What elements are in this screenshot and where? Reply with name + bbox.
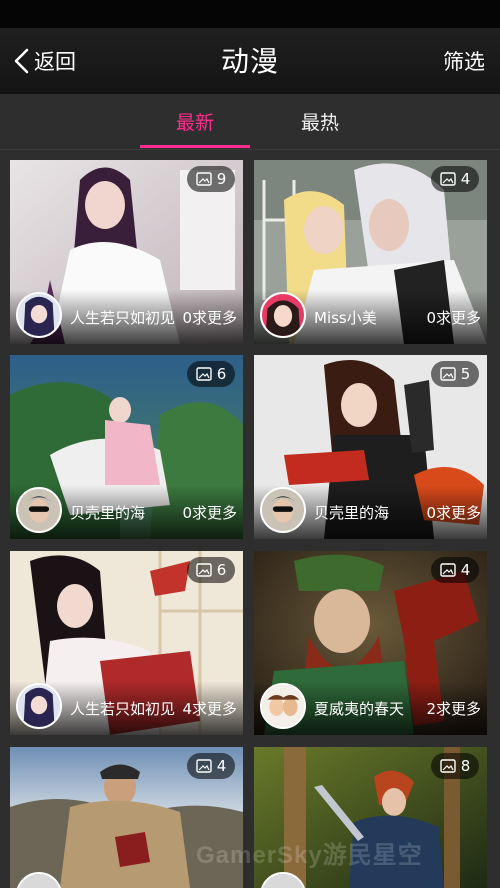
author-name: Miss小美 <box>314 309 377 327</box>
author-avatar[interactable] <box>260 292 306 338</box>
photo-count-badge: 6 <box>187 557 235 583</box>
request-more-count[interactable]: 4求更多 <box>182 698 237 719</box>
photo-count: 6 <box>216 561 227 579</box>
status-bar <box>0 0 500 28</box>
card-info-bar: 人生若只如初见 4求更多 <box>10 681 243 735</box>
navigation-bar: 返回 动漫 筛选 <box>0 28 500 94</box>
photo-count: 6 <box>216 365 227 383</box>
photo-count-badge: 8 <box>431 753 479 779</box>
request-more-count[interactable]: 0求更多 <box>182 502 237 523</box>
image-icon <box>440 172 456 186</box>
album-card[interactable]: 4 夏威夷的春天 2求更多 <box>254 551 487 735</box>
request-more-count[interactable]: 2求更多 <box>426 698 481 719</box>
author-name: 夏威夷的春天 <box>314 700 405 718</box>
author-name: 贝壳里的海 <box>70 504 146 522</box>
author-avatar[interactable] <box>260 683 306 729</box>
author-name: 人生若只如初见 <box>70 309 176 327</box>
photo-count-badge: 9 <box>187 166 235 192</box>
photo-count: 5 <box>460 365 471 383</box>
chevron-left-icon <box>14 48 29 74</box>
photo-count-badge: 4 <box>187 753 235 779</box>
album-card[interactable]: 4 Miss小美 0求更多 <box>254 160 487 344</box>
image-icon <box>196 367 212 381</box>
author-avatar[interactable] <box>16 683 62 729</box>
image-icon <box>440 759 456 773</box>
tab-newest[interactable]: 最新 <box>140 94 250 148</box>
author-name: 人生若只如初见 <box>70 700 176 718</box>
author-name: 贝壳里的海 <box>314 504 390 522</box>
photo-count: 4 <box>460 170 471 188</box>
photo-count-badge: 4 <box>431 166 479 192</box>
photo-count-badge: 4 <box>431 557 479 583</box>
author-avatar[interactable] <box>260 487 306 533</box>
photo-count: 9 <box>216 170 227 188</box>
author-avatar[interactable] <box>16 487 62 533</box>
photo-count-badge: 5 <box>431 361 479 387</box>
album-grid: 9 人生若只如初见 0求更多 4 Miss小美 0求更多 6 贝壳里的海 0求更… <box>0 150 500 888</box>
album-card[interactable]: 5 贝壳里的海 0求更多 <box>254 355 487 539</box>
request-more-count[interactable]: 0求更多 <box>426 502 481 523</box>
watermark: GamerSky游民星空 <box>196 842 423 869</box>
photo-count-badge: 6 <box>187 361 235 387</box>
filter-button[interactable]: 筛选 <box>443 48 485 76</box>
image-icon <box>196 759 212 773</box>
card-info-bar: 夏威夷的春天 2求更多 <box>254 681 487 735</box>
tab-bar: 最新 最热 <box>0 94 500 150</box>
card-info-bar: Miss小美 0求更多 <box>254 290 487 344</box>
album-card[interactable]: 6 人生若只如初见 4求更多 <box>10 551 243 735</box>
back-button[interactable]: 返回 <box>12 44 76 78</box>
tab-hottest[interactable]: 最热 <box>265 94 375 148</box>
author-avatar[interactable] <box>16 292 62 338</box>
card-info-bar: 人生若只如初见 0求更多 <box>10 290 243 344</box>
image-icon <box>440 367 456 381</box>
image-icon <box>440 563 456 577</box>
back-label: 返回 <box>34 50 76 74</box>
request-more-count[interactable]: 0求更多 <box>182 307 237 328</box>
photo-count: 8 <box>460 757 471 775</box>
request-more-count[interactable]: 0求更多 <box>426 307 481 328</box>
image-icon <box>196 563 212 577</box>
card-info-bar: 贝壳里的海 0求更多 <box>10 485 243 539</box>
photo-count: 4 <box>460 561 471 579</box>
photo-count: 4 <box>216 757 227 775</box>
card-info-bar: 贝壳里的海 0求更多 <box>254 485 487 539</box>
album-card[interactable]: 6 贝壳里的海 0求更多 <box>10 355 243 539</box>
album-card[interactable]: 9 人生若只如初见 0求更多 <box>10 160 243 344</box>
image-icon <box>196 172 212 186</box>
